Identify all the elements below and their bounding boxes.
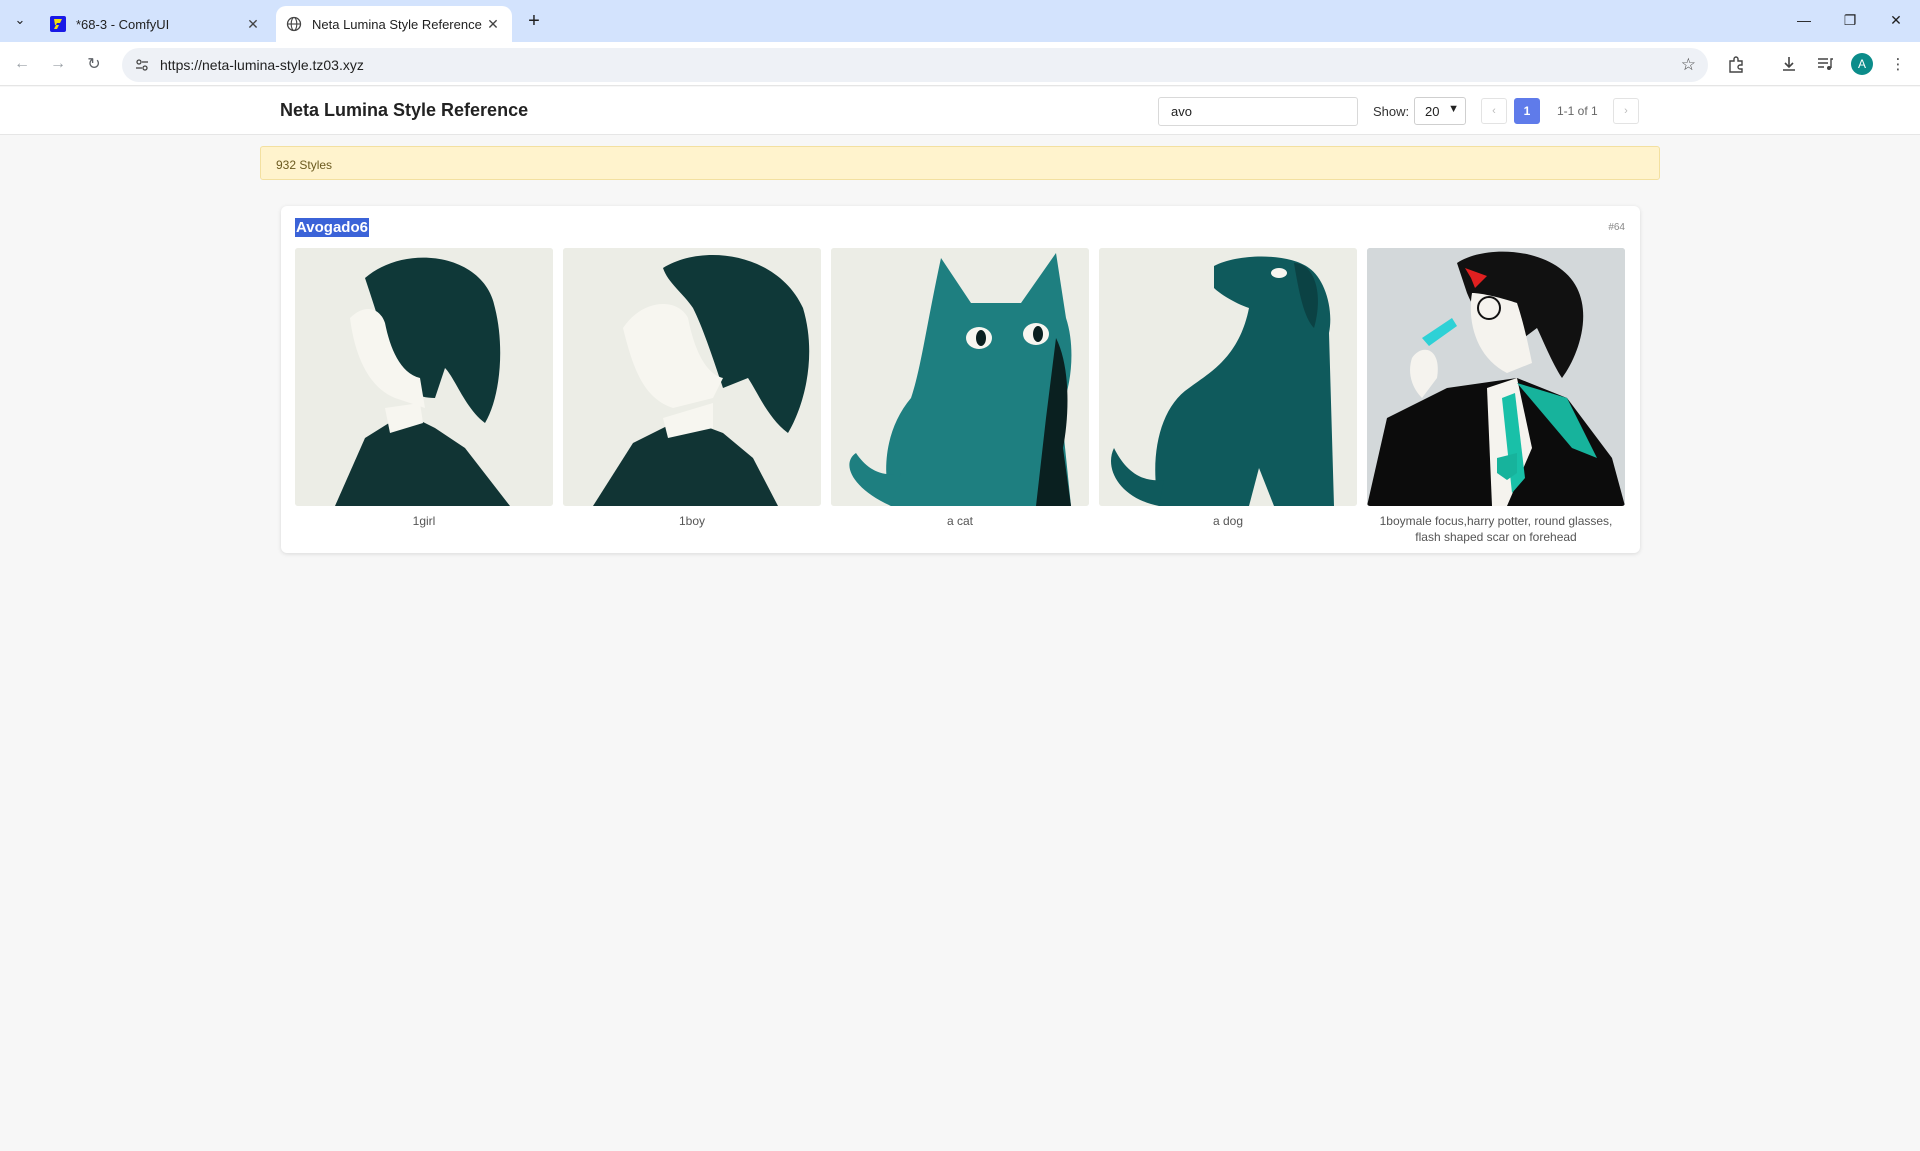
reload-icon[interactable]: ↻ xyxy=(80,50,108,78)
image-caption: 1girl xyxy=(412,514,436,528)
prev-page-button[interactable]: ‹ xyxy=(1481,98,1507,124)
tab-title: *68-3 - ComfyUI xyxy=(76,16,170,32)
preview-image-wizard[interactable] xyxy=(1367,248,1625,506)
profile-avatar[interactable]: A xyxy=(1851,53,1873,75)
close-icon[interactable]: ✕ xyxy=(244,15,262,33)
image-caption: 1boymale focus,harry potter, round glass… xyxy=(1379,514,1613,544)
tab-style-reference[interactable]: Neta Lumina Style Reference ✕ xyxy=(276,6,512,42)
image-caption: a dog xyxy=(1212,514,1244,528)
forward-arrow-icon[interactable]: → xyxy=(44,50,72,78)
show-label: Show: xyxy=(1373,104,1410,119)
preview-image-dog[interactable] xyxy=(1099,248,1357,506)
media-controls-icon[interactable] xyxy=(1813,52,1837,76)
page-size-select[interactable]: 20 ▼ xyxy=(1414,97,1466,125)
restore-icon[interactable]: ❐ xyxy=(1830,8,1870,32)
preview-image-boy[interactable] xyxy=(563,248,821,506)
minimize-icon[interactable]: — xyxy=(1784,8,1824,32)
extensions-puzzle-icon[interactable] xyxy=(1724,52,1748,76)
tab-list-chevron-icon[interactable]: ⌄ xyxy=(8,8,32,32)
tab-comfyui[interactable]: *68-3 - ComfyUI ✕ xyxy=(40,6,272,42)
back-arrow-icon[interactable]: ← xyxy=(8,50,36,78)
search-input[interactable] xyxy=(1158,97,1358,126)
next-page-button[interactable]: › xyxy=(1613,98,1639,124)
style-image-card[interactable]: a dog xyxy=(1099,248,1357,529)
site-header: Neta Lumina Style Reference Show: 20 ▼ ‹… xyxy=(0,87,1920,135)
kebab-menu-icon[interactable]: ⋮ xyxy=(1886,52,1910,76)
page-title: Neta Lumina Style Reference xyxy=(280,100,529,120)
page-size-value: 20 xyxy=(1425,103,1440,119)
style-count-banner: 932 Styles xyxy=(260,146,1660,180)
style-card: Avogado6 #64 1girl 1boy a cat a dog 1boy… xyxy=(281,206,1640,553)
image-caption: a cat xyxy=(946,514,973,528)
address-bar[interactable]: https://neta-lumina-style.tz03.xyz ☆ xyxy=(122,48,1708,82)
style-image-card[interactable]: 1boymale focus,harry potter, round glass… xyxy=(1367,248,1625,545)
chevron-down-icon: ▼ xyxy=(1448,103,1459,115)
tab-title: Neta Lumina Style Reference xyxy=(312,16,482,32)
style-image-card[interactable]: 1girl xyxy=(295,248,553,529)
bookmark-star-icon[interactable]: ☆ xyxy=(1681,55,1696,75)
new-tab-plus-icon[interactable]: + xyxy=(520,9,548,33)
style-id: #64 xyxy=(1608,222,1625,233)
browser-toolbar: ← → ↻ https://neta-lumina-style.tz03.xyz… xyxy=(0,42,1920,86)
style-name[interactable]: Avogado6 xyxy=(295,218,369,237)
style-image-card[interactable]: a cat xyxy=(831,248,1089,529)
close-window-icon[interactable]: ✕ xyxy=(1876,8,1916,32)
globe-icon xyxy=(286,16,302,32)
download-icon[interactable] xyxy=(1777,52,1801,76)
page-1-button[interactable]: 1 xyxy=(1514,98,1540,124)
close-icon[interactable]: ✕ xyxy=(484,15,502,33)
preview-image-cat[interactable] xyxy=(831,248,1089,506)
page-range-info: 1-1 of 1 xyxy=(1557,104,1598,118)
browser-tab-bar: ⌄ *68-3 - ComfyUI ✕ Neta Lumina Style Re… xyxy=(0,0,1920,42)
site-settings-icon[interactable] xyxy=(128,57,156,73)
image-caption: 1boy xyxy=(678,514,706,528)
preview-image-girl[interactable] xyxy=(295,248,553,506)
comfyui-favicon-icon xyxy=(50,16,66,32)
style-image-card[interactable]: 1boy xyxy=(563,248,821,529)
url-text: https://neta-lumina-style.tz03.xyz xyxy=(160,57,364,73)
